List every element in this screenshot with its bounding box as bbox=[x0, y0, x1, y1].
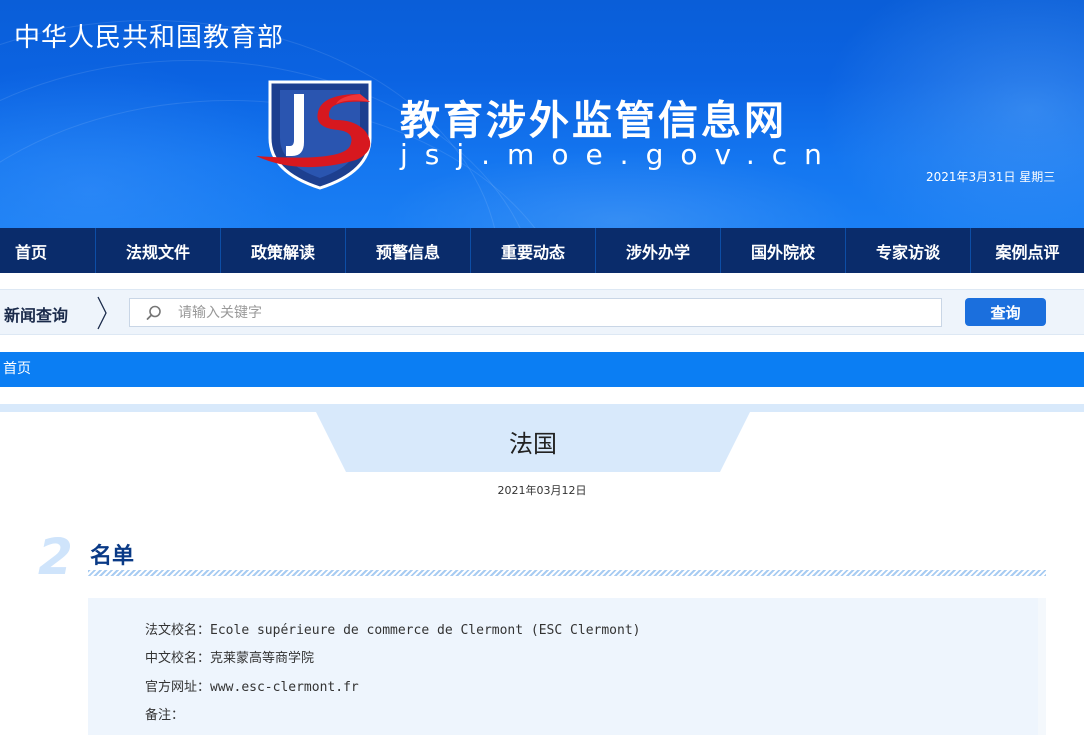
french-name-row: 法文校名：Ecole supérieure de commerce de Cle… bbox=[145, 619, 640, 638]
school-info-box: 法文校名：Ecole supérieure de commerce de Cle… bbox=[88, 598, 1046, 735]
remarks-row: 备注： bbox=[145, 704, 184, 723]
field-value: 克莱蒙高等商学院 bbox=[210, 651, 315, 666]
nav-item-foreign-institutions[interactable]: 国外院校 bbox=[721, 228, 846, 273]
chevron-right-icon bbox=[97, 296, 107, 330]
chinese-name-row: 中文校名：克莱蒙高等商学院 bbox=[145, 647, 314, 666]
search-icon bbox=[146, 305, 161, 320]
main-nav: 首页 法规文件 政策解读 预警信息 重要动态 涉外办学 国外院校 专家访谈 案例… bbox=[0, 228, 1084, 273]
field-label: 官方网址： bbox=[145, 680, 211, 695]
ministry-name[interactable]: 中华人民共和国教育部 bbox=[14, 17, 284, 54]
section-title: 名单 bbox=[90, 544, 135, 569]
nav-item-expert-interviews[interactable]: 专家访谈 bbox=[846, 228, 971, 273]
nav-item-regulations[interactable]: 法规文件 bbox=[96, 228, 221, 273]
nav-item-case-reviews[interactable]: 案例点评 bbox=[971, 228, 1084, 273]
section-divider bbox=[88, 570, 1046, 576]
site-domain: jsj.moe.gov.cn bbox=[400, 138, 839, 171]
website-row: 官方网址：www.esc-clermont.fr bbox=[145, 676, 359, 695]
banner-glow bbox=[820, 0, 1084, 228]
breadcrumb: 首页 bbox=[0, 352, 1084, 387]
news-search-bar: 新闻查询 查询 bbox=[0, 289, 1084, 335]
section-number: 2 bbox=[38, 528, 73, 586]
search-button[interactable]: 查询 bbox=[965, 298, 1046, 326]
nav-item-home[interactable]: 首页 bbox=[0, 228, 96, 273]
nav-item-policy-interpretation[interactable]: 政策解读 bbox=[221, 228, 346, 273]
breadcrumb-home[interactable]: 首页 bbox=[3, 361, 31, 377]
website-link[interactable]: www.esc-clermont.fr bbox=[210, 680, 359, 695]
search-title: 新闻查询 bbox=[4, 306, 69, 325]
nav-item-foreign-schooling[interactable]: 涉外办学 bbox=[596, 228, 721, 273]
publish-date: 2021年03月12日 bbox=[497, 484, 587, 497]
header-banner: 中华人民共和国教育部 教育涉外监管信息网 jsj.moe.gov.cn 2021… bbox=[0, 0, 1084, 228]
field-label: 备注： bbox=[145, 708, 185, 723]
search-box bbox=[129, 298, 942, 327]
shield-js-logo-icon[interactable] bbox=[252, 80, 388, 190]
field-value: Ecole supérieure de commerce de Clermont… bbox=[210, 623, 641, 638]
nav-item-warnings[interactable]: 预警信息 bbox=[346, 228, 471, 273]
search-input[interactable] bbox=[178, 302, 928, 324]
header-date: 2021年3月31日 星期三 bbox=[926, 170, 1056, 184]
field-label: 法文校名： bbox=[145, 623, 211, 638]
field-label: 中文校名： bbox=[145, 651, 211, 666]
nav-item-news[interactable]: 重要动态 bbox=[471, 228, 596, 273]
page-title: 法国 bbox=[509, 430, 557, 458]
